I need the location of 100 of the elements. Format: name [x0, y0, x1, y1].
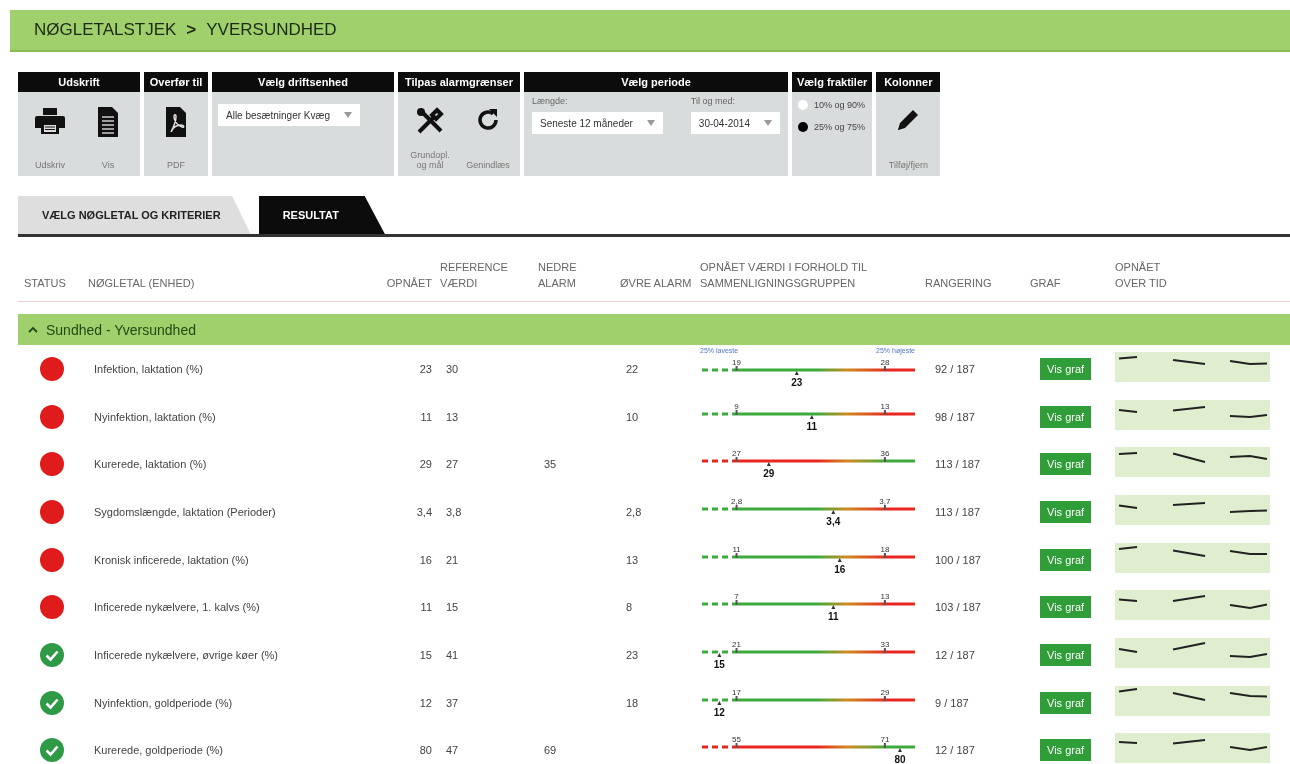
toolbar-button[interactable]: PDF — [150, 98, 202, 170]
achieved-value-cell-text: 11 — [419, 601, 433, 614]
show-graph-button[interactable]: Vis graf — [1040, 691, 1092, 714]
radio-option[interactable]: 10% og 90% — [798, 98, 866, 112]
rank-cell-text: 98 / 187 — [934, 410, 976, 423]
field-label: Til og med: — [690, 96, 737, 106]
high-quartile-value: 18 — [880, 544, 890, 554]
column-header: OPNÅET — [385, 276, 433, 291]
document-icon — [96, 106, 120, 138]
breadcrumb-item[interactable]: YVERSUNDHED — [206, 20, 337, 40]
rank-cell-text: 103 / 187 — [934, 601, 982, 614]
tab[interactable]: RESULTAT — [258, 196, 385, 234]
achieved-value: 23 — [791, 377, 803, 389]
achieved-value: 3,4 — [826, 515, 841, 527]
upper-alarm-cell-text: 13 — [625, 553, 640, 566]
show-graph-button[interactable]: Vis graf — [1040, 357, 1092, 380]
column-header: ØVRE ALARM — [620, 276, 692, 291]
metric-name: Nyinfektion, goldperiode (%) — [93, 696, 234, 709]
high-quartile-value: 33 — [880, 639, 890, 649]
low-quartile-value: 21 — [732, 639, 741, 649]
radio-option[interactable]: 25% og 75% — [798, 120, 866, 134]
caret-icon — [343, 112, 352, 118]
achieved-value-cell-text: 12 — [418, 696, 433, 709]
rank-cell-text: 113 / 187 — [934, 458, 982, 471]
group-header: Vælg periode — [524, 72, 788, 92]
high-quartile-value: 13 — [880, 592, 890, 602]
reference-value-cell-text: 30 — [445, 362, 460, 375]
group-header: Overfør til — [144, 72, 208, 92]
metric-name: Nyinfektion, laktation (%) — [93, 410, 217, 423]
achieved-value-cell-text: 23 — [418, 362, 433, 375]
group-header: Vælg driftsenhed — [212, 72, 394, 92]
metric-name: Kurerede, laktation (%) — [93, 458, 208, 471]
check-status-icon — [40, 738, 64, 763]
show-graph-button[interactable]: Vis graf — [1040, 739, 1092, 762]
low-quartile-value: 19 — [732, 358, 741, 368]
rank-cell-text: 12 / 187 — [934, 744, 976, 757]
section-header[interactable]: Sundhed - Yversundhed — [18, 314, 1290, 345]
rank-cell-text: 12 / 187 — [934, 648, 976, 661]
metric-name: Inficerede nykælvere, 1. kalvs (%) — [93, 601, 261, 614]
toolbar-button[interactable]: Tilføj/fjern — [882, 98, 935, 170]
lower-alarm-cell-text: 35 — [543, 458, 558, 471]
upper-alarm-cell-text: 2,8 — [625, 505, 643, 518]
achieved-value: 11 — [806, 420, 818, 432]
column-header: OPNÅET OVER TID — [1115, 260, 1168, 291]
upper-alarm-cell-text: 10 — [625, 410, 640, 423]
toolbar-button[interactable]: Grundopl. og mål — [404, 98, 456, 170]
show-graph-button[interactable]: Vis graf — [1040, 453, 1092, 476]
achieved-value-cell-text: 29 — [418, 458, 433, 471]
reference-value-cell-text: 41 — [445, 648, 460, 661]
upper-alarm-cell-text: 8 — [625, 601, 634, 614]
group-header: Udskrift — [18, 72, 140, 92]
lower-alarm-cell-text: 69 — [543, 744, 558, 757]
low-quartile-value: 17 — [732, 687, 741, 697]
column-header: STATUS — [23, 276, 67, 291]
reference-value-cell-text: 47 — [445, 744, 460, 757]
metric-name: Kronisk inficerede, laktation (%) — [93, 553, 250, 566]
achieved-value: 80 — [894, 754, 906, 764]
printer-icon — [34, 106, 66, 136]
caret-icon — [646, 120, 655, 126]
high-quartile-value: 13 — [880, 401, 890, 411]
section-title: Sundhed - Yversundhed — [46, 321, 196, 338]
alarm-status-icon — [40, 356, 64, 381]
low-quartile-value: 11 — [732, 544, 741, 554]
check-status-icon — [40, 690, 64, 715]
show-graph-button[interactable]: Vis graf — [1040, 500, 1092, 523]
field-label: Længde: — [532, 96, 569, 106]
period-dropdown[interactable]: Seneste 12 måneder — [532, 112, 663, 134]
reference-value-cell-text: 15 — [445, 601, 460, 614]
reference-value-cell-text: 37 — [445, 696, 460, 709]
achieved-value-cell-text: 11 — [419, 410, 433, 423]
show-graph-button[interactable]: Vis graf — [1040, 405, 1092, 428]
metric-name: Inficerede nykælvere, øvrige køer (%) — [93, 648, 279, 661]
tab[interactable]: VÆLG NØGLETAL OG KRITERIER — [18, 196, 251, 234]
achieved-value: 16 — [834, 563, 846, 575]
high-quartile-value: 71 — [880, 735, 890, 745]
rank-cell-text: 92 / 187 — [934, 362, 976, 375]
achieved-value-cell-text: 15 — [418, 648, 433, 661]
toolbar-button[interactable]: Udskriv — [24, 98, 76, 170]
low-quartile-value: 7 — [734, 592, 739, 602]
achieved-value: 15 — [713, 658, 725, 670]
breadcrumb-item[interactable]: NØGLETALSTJEK — [34, 20, 177, 40]
alarm-status-icon — [40, 404, 64, 429]
reference-value-cell-text: 3,8 — [445, 505, 463, 518]
group-header: Tilpas alarmgrænser — [398, 72, 520, 92]
show-graph-button[interactable]: Vis graf — [1040, 643, 1092, 666]
show-graph-button[interactable]: Vis graf — [1040, 596, 1092, 619]
metric-name: Sygdomslængde, laktation (Perioder) — [93, 505, 277, 518]
reference-value-cell-text: 27 — [445, 458, 460, 471]
low-quartile-value: 55 — [732, 735, 741, 745]
show-graph-button[interactable]: Vis graf — [1040, 548, 1092, 571]
toolbar-button[interactable]: Genindlæs — [462, 98, 514, 170]
tools-icon — [415, 106, 445, 136]
group-header: Kolonner — [876, 72, 941, 92]
unit-dropdown[interactable]: Alle besætninger Kvæg — [218, 104, 360, 126]
upper-alarm-cell-text: 22 — [625, 362, 640, 375]
rank-cell-text: 113 / 187 — [934, 505, 982, 518]
high-quartile-value: 28 — [880, 358, 890, 368]
toolbar-button[interactable]: Vis — [82, 98, 134, 170]
achieved-value: 29 — [763, 468, 775, 480]
period-dropdown[interactable]: 30-04-2014 — [690, 112, 780, 134]
